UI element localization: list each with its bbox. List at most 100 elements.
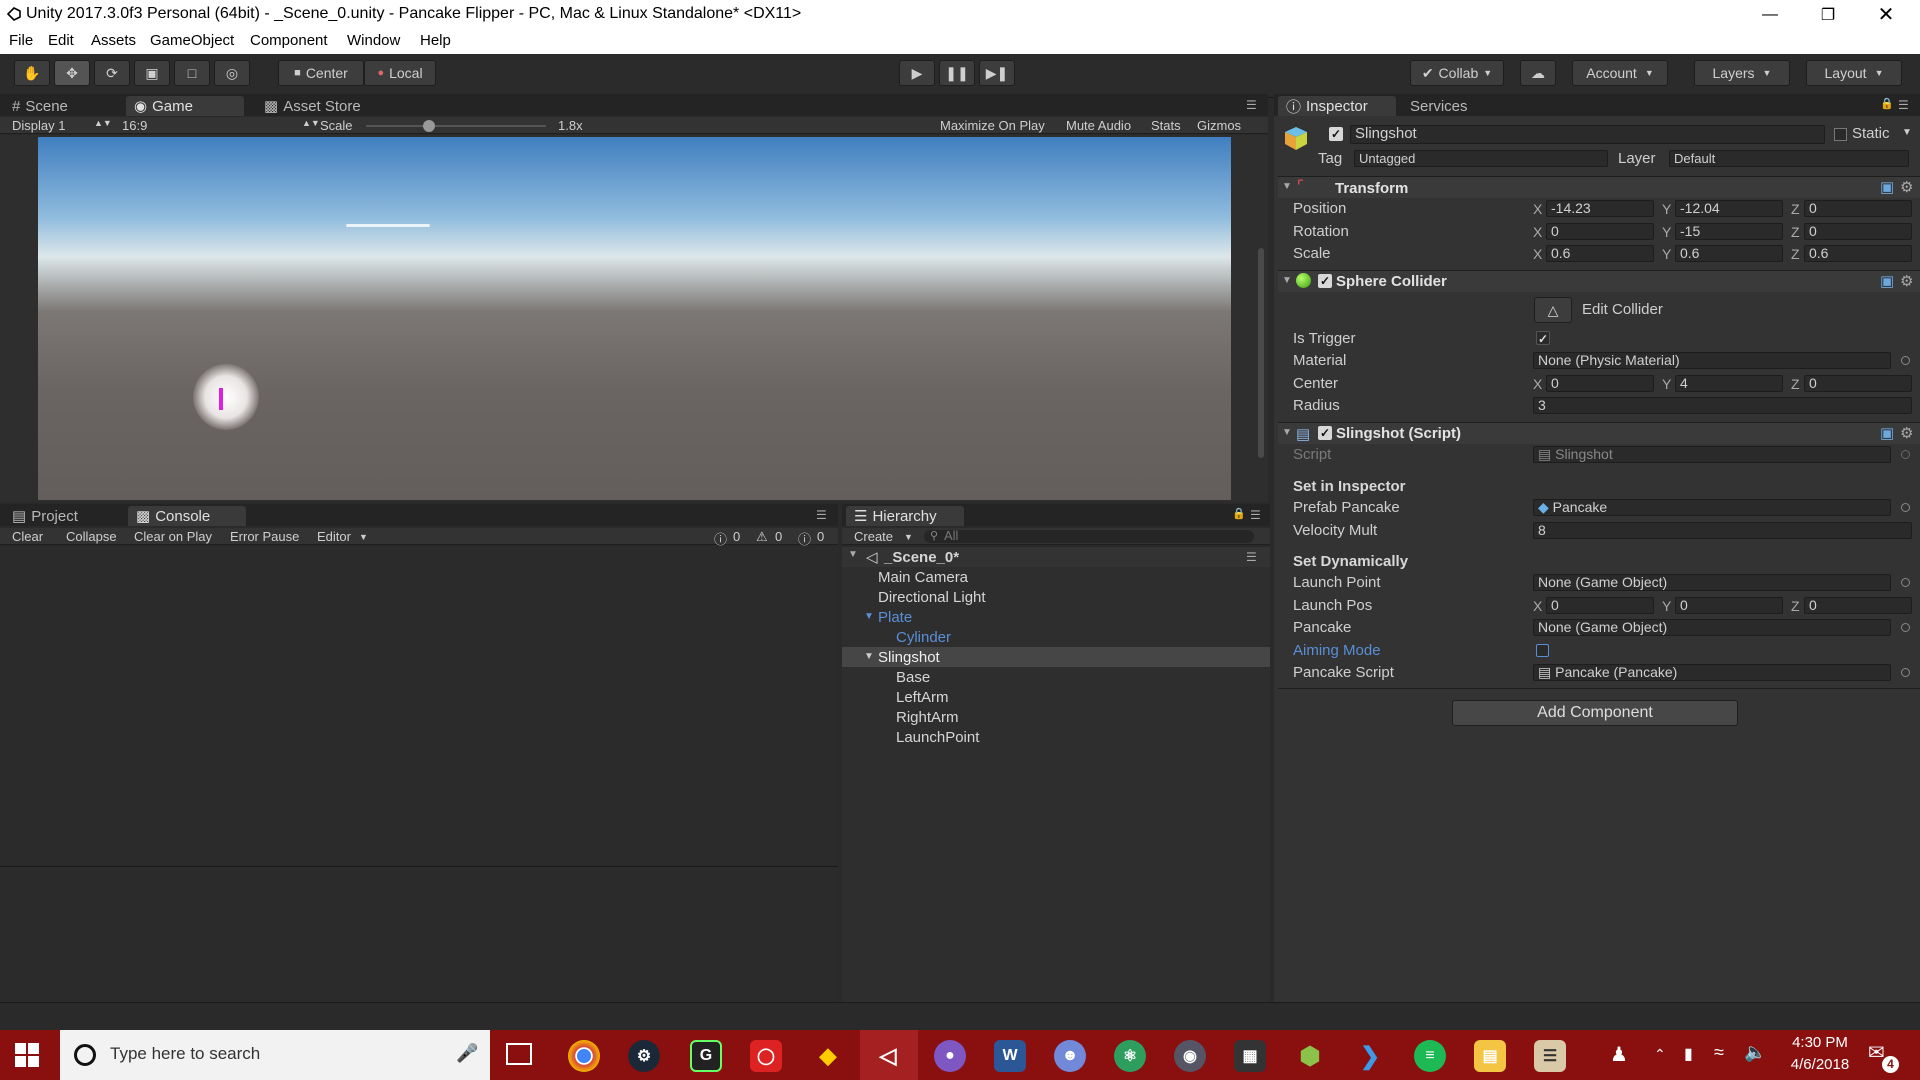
- account-dropdown[interactable]: Account ▼: [1572, 60, 1668, 86]
- vscode-icon[interactable]: ❯: [1354, 1040, 1386, 1072]
- rotation-z-field[interactable]: 0: [1804, 223, 1912, 240]
- pause-button[interactable]: ❚❚: [939, 60, 975, 86]
- notepad-icon[interactable]: ☰: [1534, 1040, 1566, 1072]
- scale-x-field[interactable]: 0.6: [1546, 245, 1654, 262]
- hand-tool-button[interactable]: ✋: [14, 60, 50, 86]
- edit-collider-button[interactable]: △: [1534, 297, 1572, 323]
- maximize-button[interactable]: ❐: [1799, 0, 1857, 29]
- warning-icon[interactable]: ⚠: [756, 529, 768, 545]
- object-picker-icon[interactable]: [1901, 503, 1910, 512]
- gizmos-dropdown[interactable]: Gizmos: [1197, 118, 1241, 133]
- menu-gameobject[interactable]: GameObject: [150, 32, 234, 49]
- hierarchy-item-leftarm[interactable]: LeftArm: [896, 689, 949, 706]
- position-z-field[interactable]: 0: [1804, 200, 1912, 217]
- move-tool-button[interactable]: ✥: [54, 60, 90, 86]
- windows-start-icon[interactable]: [14, 1042, 40, 1068]
- pancake-field[interactable]: None (Game Object): [1533, 619, 1891, 636]
- atom-icon[interactable]: ⚛: [1114, 1040, 1146, 1072]
- scale-y-field[interactable]: 0.6: [1675, 245, 1783, 262]
- panel-menu-icon[interactable]: ☰: [1898, 98, 1909, 112]
- active-checkbox[interactable]: ✓: [1329, 127, 1343, 141]
- rect-tool-button[interactable]: □: [174, 60, 210, 86]
- lock-icon[interactable]: 🔒: [1232, 507, 1246, 520]
- position-y-field[interactable]: -12.04: [1675, 200, 1783, 217]
- is-trigger-checkbox[interactable]: ✓: [1536, 331, 1550, 346]
- scene-name[interactable]: _Scene_0*: [884, 549, 959, 566]
- center-y-field[interactable]: 4: [1675, 375, 1783, 392]
- maximize-on-play-toggle[interactable]: Maximize On Play: [940, 118, 1045, 133]
- menu-component[interactable]: Component: [250, 32, 328, 49]
- hierarchy-item-slingshot[interactable]: Slingshot: [878, 649, 940, 666]
- scale-z-field[interactable]: 0.6: [1804, 245, 1912, 262]
- hierarchy-item-rightarm[interactable]: RightArm: [896, 709, 959, 726]
- play-button[interactable]: ▶: [899, 60, 935, 86]
- tab-project[interactable]: ▤ Project: [4, 506, 86, 526]
- clear-on-play-button[interactable]: Clear on Play: [134, 529, 212, 544]
- add-component-button[interactable]: Add Component: [1452, 700, 1738, 726]
- aiming-mode-checkbox[interactable]: [1536, 644, 1549, 657]
- info-icon[interactable]: ⓘ: [714, 529, 727, 548]
- creative-cloud-icon[interactable]: ◯: [750, 1040, 782, 1072]
- hierarchy-item-directional-light[interactable]: Directional Light: [878, 589, 986, 606]
- network-tool-icon[interactable]: ◉: [1174, 1040, 1206, 1072]
- tag-dropdown[interactable]: Untagged: [1354, 150, 1608, 167]
- step-button[interactable]: ▶❚: [979, 60, 1015, 86]
- tab-asset-store[interactable]: ▩ Asset Store: [256, 96, 369, 116]
- scale-slider-track[interactable]: [366, 125, 546, 127]
- object-picker-icon[interactable]: [1901, 578, 1910, 587]
- help-icon[interactable]: ▣: [1880, 178, 1894, 196]
- battery-icon[interactable]: ▮: [1684, 1044, 1693, 1064]
- launch-pos-y-field[interactable]: 0: [1675, 597, 1783, 614]
- object-picker-icon[interactable]: [1901, 623, 1910, 632]
- discord-icon[interactable]: ☻: [1054, 1040, 1086, 1072]
- terminal-icon[interactable]: ▦: [1234, 1040, 1266, 1072]
- editor-dropdown[interactable]: Editor: [317, 529, 351, 544]
- expand-arrow-icon[interactable]: ▼: [864, 611, 874, 622]
- word-icon[interactable]: W: [994, 1040, 1026, 1072]
- transform-tool-button[interactable]: ◎: [214, 60, 250, 86]
- display-dropdown[interactable]: Display 1: [12, 118, 65, 133]
- panel-menu-icon[interactable]: ☰: [1246, 98, 1257, 112]
- expand-arrow-icon[interactable]: ▼: [848, 549, 858, 560]
- game-view[interactable]: [38, 137, 1231, 500]
- unity-taskbar-icon[interactable]: ◁: [872, 1040, 904, 1072]
- minimize-button[interactable]: —: [1741, 0, 1799, 29]
- file-explorer-icon[interactable]: ▤: [1474, 1040, 1506, 1072]
- tab-inspector[interactable]: ⓘ Inspector: [1278, 96, 1396, 116]
- center-z-field[interactable]: 0: [1804, 375, 1912, 392]
- create-dropdown[interactable]: Create: [854, 529, 893, 544]
- radius-field[interactable]: 3: [1533, 397, 1912, 414]
- prefab-pancake-field[interactable]: ◆ Pancake: [1533, 499, 1891, 516]
- task-view-icon[interactable]: [506, 1043, 532, 1065]
- rotation-x-field[interactable]: 0: [1546, 223, 1654, 240]
- wifi-icon[interactable]: ≈: [1714, 1042, 1724, 1063]
- tab-scene[interactable]: # Scene: [4, 96, 76, 116]
- launch-pos-x-field[interactable]: 0: [1546, 597, 1654, 614]
- layers-dropdown[interactable]: Layers ▼: [1694, 60, 1790, 86]
- tab-services[interactable]: Services: [1400, 96, 1476, 116]
- material-field[interactable]: None (Physic Material): [1533, 352, 1891, 369]
- console-log-area[interactable]: [0, 547, 838, 865]
- clock-time[interactable]: 4:30 PM: [1782, 1034, 1858, 1051]
- gear-icon[interactable]: ⚙: [1900, 272, 1913, 290]
- chevron-up-icon[interactable]: ⌃: [1654, 1046, 1666, 1063]
- object-name-input[interactable]: Slingshot: [1350, 125, 1825, 144]
- object-picker-icon[interactable]: [1901, 356, 1910, 365]
- dropdown-arrow-icon[interactable]: ▼: [1902, 127, 1912, 138]
- expand-arrow-icon[interactable]: ▼: [864, 651, 874, 662]
- people-icon[interactable]: ♟: [1610, 1042, 1628, 1067]
- error-pause-button[interactable]: Error Pause: [230, 529, 299, 544]
- rotation-y-field[interactable]: -15: [1675, 223, 1783, 240]
- help-icon[interactable]: ▣: [1880, 424, 1894, 442]
- static-checkbox[interactable]: [1834, 128, 1847, 141]
- hierarchy-item-main-camera[interactable]: Main Camera: [878, 569, 968, 586]
- rotate-tool-button[interactable]: ⟳: [94, 60, 130, 86]
- tab-console[interactable]: ▩ Console: [128, 506, 246, 526]
- layer-dropdown[interactable]: Default: [1669, 150, 1909, 167]
- hierarchy-search-input[interactable]: ⚲ All: [924, 528, 1254, 543]
- tab-game[interactable]: ◉ Game: [126, 96, 244, 116]
- scene-menu-icon[interactable]: ☰: [1246, 550, 1257, 564]
- cloud-button[interactable]: ☁: [1520, 60, 1556, 86]
- lock-icon[interactable]: 🔒: [1880, 97, 1894, 110]
- collab-dropdown[interactable]: ✔ Collab ▼: [1410, 60, 1504, 86]
